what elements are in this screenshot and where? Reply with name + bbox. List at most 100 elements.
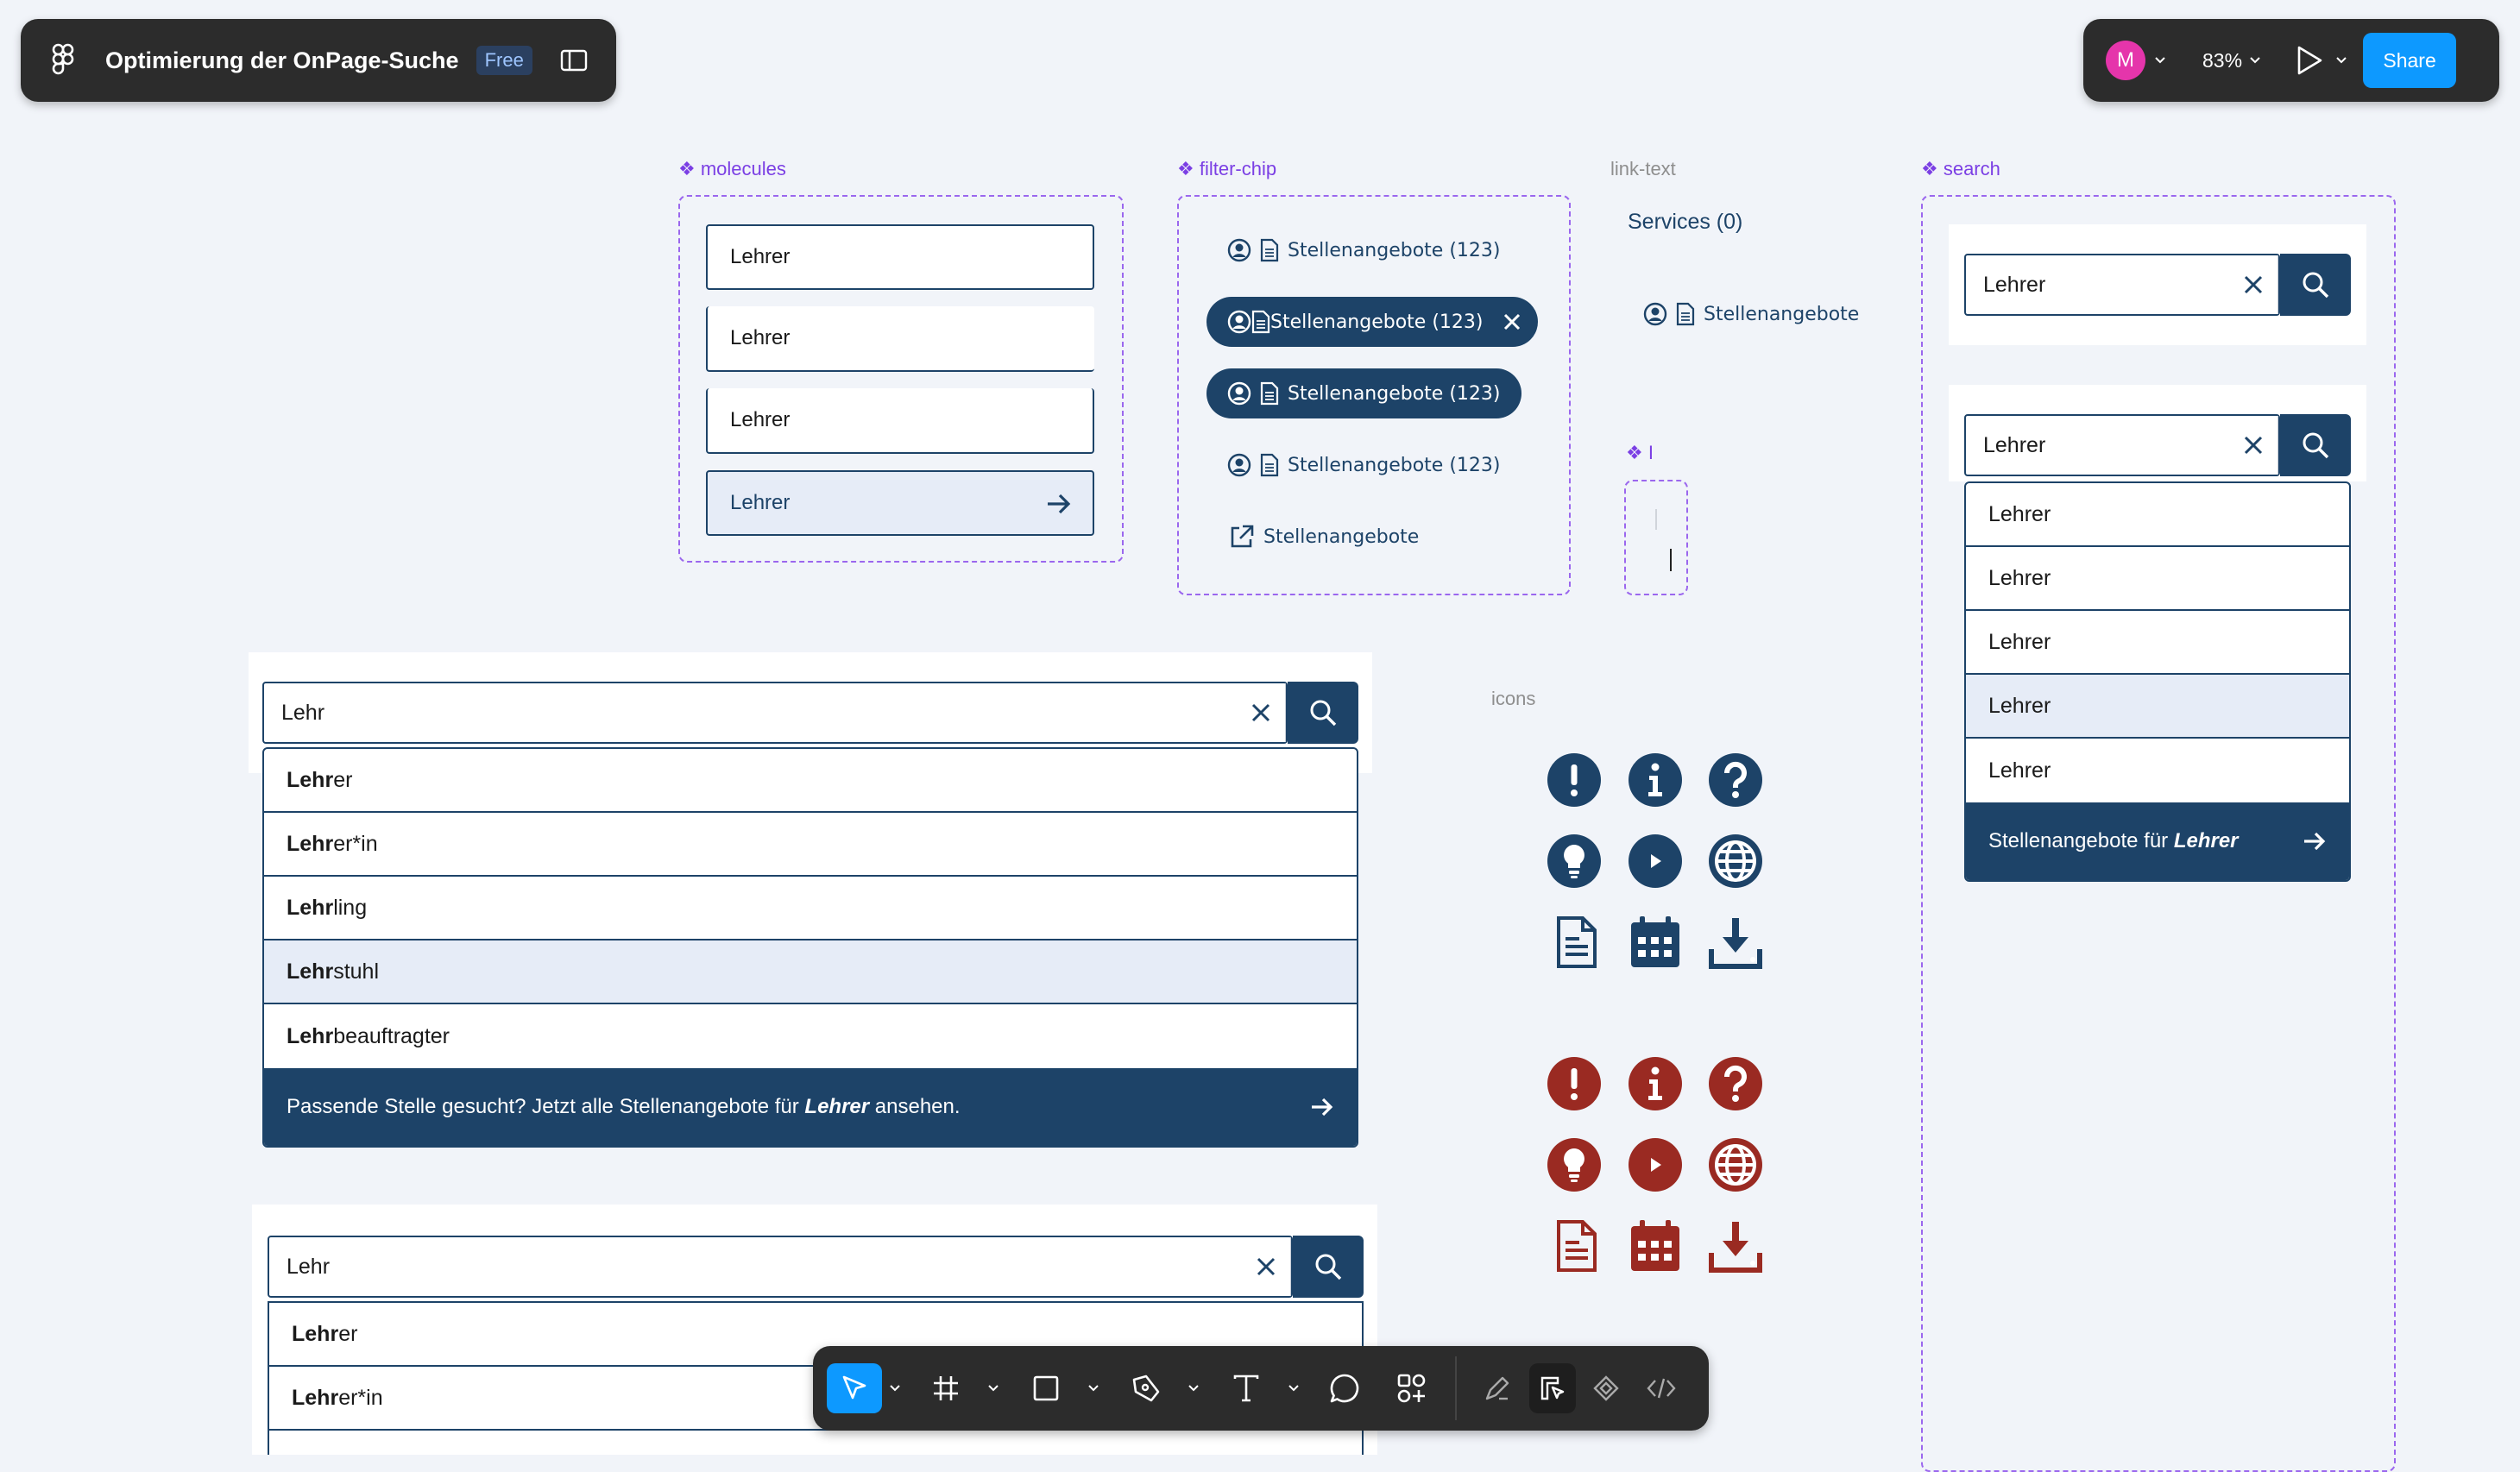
- section-label-search[interactable]: ❖ search: [1921, 158, 2000, 180]
- zoom-level[interactable]: 83%: [2202, 49, 2242, 72]
- list-item[interactable]: Lehrer: [1966, 547, 2349, 611]
- document-icon: [1260, 238, 1279, 262]
- download-icon[interactable]: [1708, 915, 1763, 970]
- move-tool-button[interactable]: [827, 1363, 882, 1413]
- link-text-item[interactable]: Stellenangebote: [1643, 302, 1859, 326]
- suggestion-item[interactable]: Lehr er*in: [264, 813, 1357, 877]
- search-all-jobs-link[interactable]: Stellenangebote für Lehrer: [1966, 802, 2349, 880]
- document-text-red-icon[interactable]: [1548, 1218, 1603, 1274]
- suggestion-item[interactable]: Lehr beauftragter: [264, 1004, 1357, 1068]
- calendar-red-icon[interactable]: [1628, 1218, 1683, 1274]
- info-circle-red-icon[interactable]: [1628, 1056, 1683, 1111]
- filter-chip-active-removable[interactable]: Stellenangebote (123): [1206, 297, 1538, 347]
- filter-chip-active[interactable]: Stellenangebote (123): [1206, 368, 1521, 418]
- filter-chip-external-link[interactable]: Stellenangebote: [1212, 512, 1440, 562]
- section-label-cursor[interactable]: ❖ I: [1626, 442, 1654, 464]
- actions-grid-icon: [1396, 1373, 1427, 1404]
- services-link[interactable]: Services (0): [1628, 210, 1742, 235]
- clear-icon[interactable]: [2229, 416, 2278, 475]
- search-input-right-1[interactable]: Lehrer: [1964, 254, 2280, 316]
- search-input-bottom[interactable]: Lehr: [268, 1236, 1293, 1298]
- comment-tool-button[interactable]: [1322, 1363, 1367, 1413]
- calendar-icon[interactable]: [1628, 915, 1683, 970]
- plan-badge: Free: [476, 46, 532, 75]
- figma-logo-icon[interactable]: [52, 43, 76, 78]
- design-mode-button[interactable]: [1529, 1363, 1576, 1413]
- clear-icon[interactable]: [1237, 683, 1286, 742]
- search-icon: [2301, 431, 2330, 460]
- filter-chip-plain[interactable]: Stellenangebote (123): [1206, 440, 1521, 490]
- shape-tool-button[interactable]: [1024, 1363, 1068, 1413]
- frame-tool-button[interactable]: [923, 1363, 968, 1413]
- suggestion-item[interactable]: Lehr ling: [264, 877, 1357, 940]
- list-item[interactable]: Lehrer: [1966, 739, 2349, 802]
- molecule-hover[interactable]: Lehrer: [706, 470, 1094, 536]
- help-circle-icon[interactable]: [1708, 752, 1763, 808]
- search-input-right-2[interactable]: Lehrer: [1964, 414, 2280, 476]
- search-button-right-2[interactable]: [2280, 414, 2351, 476]
- prototype-mode-button[interactable]: [1583, 1363, 1629, 1413]
- section-label-link-text[interactable]: link-text: [1610, 158, 1676, 180]
- pen-tool-menu[interactable]: [1184, 1363, 1203, 1413]
- list-item[interactable]: Lehrer: [1966, 611, 2349, 675]
- lightbulb-icon[interactable]: [1547, 834, 1602, 889]
- user-avatar[interactable]: M: [2106, 41, 2145, 80]
- search-button-bottom[interactable]: [1293, 1236, 1364, 1298]
- toolbar-divider: [1455, 1356, 1457, 1420]
- suggestion-item[interactable]: Lehr er: [264, 749, 1357, 813]
- shape-tool-menu[interactable]: [1084, 1363, 1103, 1413]
- chevron-down-icon[interactable]: [2154, 56, 2166, 65]
- filter-chip-default[interactable]: Stellenangebote (123): [1206, 225, 1521, 275]
- search-icon: [1308, 698, 1338, 727]
- search-input-big[interactable]: Lehr: [262, 682, 1288, 744]
- document-text-icon[interactable]: [1548, 915, 1603, 970]
- share-button[interactable]: Share: [2363, 33, 2457, 88]
- play-circle-red-icon[interactable]: [1628, 1137, 1683, 1192]
- chevron-down-icon: [1088, 1385, 1099, 1392]
- text-tool-menu[interactable]: [1284, 1363, 1303, 1413]
- cursor-frame[interactable]: [1624, 480, 1688, 595]
- present-play-icon[interactable]: [2296, 45, 2323, 76]
- suggestion-item-highlighted[interactable]: Lehr stuhl: [264, 940, 1357, 1004]
- alert-circle-red-icon[interactable]: [1547, 1056, 1602, 1111]
- clear-icon[interactable]: [2229, 255, 2278, 314]
- dev-mode-button[interactable]: [1638, 1363, 1685, 1413]
- search-button-big[interactable]: [1288, 682, 1358, 744]
- lightbulb-red-icon[interactable]: [1547, 1137, 1602, 1192]
- play-circle-icon[interactable]: [1628, 834, 1683, 889]
- section-label-filter-chip[interactable]: ❖ filter-chip: [1177, 158, 1276, 180]
- info-circle-icon[interactable]: [1628, 752, 1683, 808]
- chevron-down-icon[interactable]: [2335, 56, 2347, 65]
- search-button-right-1[interactable]: [2280, 254, 2351, 316]
- move-tool-menu[interactable]: [885, 1363, 904, 1413]
- text-tool-button[interactable]: [1224, 1363, 1269, 1413]
- globe-icon[interactable]: [1708, 834, 1763, 889]
- molecule-bordered[interactable]: Lehrer: [706, 306, 1094, 372]
- text-t-icon: [1232, 1374, 1260, 1403]
- globe-red-icon[interactable]: [1708, 1137, 1763, 1192]
- list-item[interactable]: Lehrer: [1966, 483, 2349, 547]
- frame-tool-menu[interactable]: [984, 1363, 1003, 1413]
- alert-circle-icon[interactable]: [1547, 752, 1602, 808]
- design-toolbar: [813, 1346, 1709, 1431]
- list-item-highlighted[interactable]: Lehrer: [1966, 675, 2349, 739]
- molecule-default[interactable]: Lehrer: [706, 224, 1094, 290]
- close-icon[interactable]: [1503, 312, 1521, 331]
- document-title[interactable]: Optimierung der OnPage-Suche: [105, 47, 459, 74]
- help-circle-red-icon[interactable]: [1708, 1056, 1763, 1111]
- clear-icon[interactable]: [1242, 1237, 1291, 1296]
- section-label-icons[interactable]: icons: [1491, 688, 1535, 710]
- arrow-right-icon: [2303, 831, 2327, 852]
- molecule-bottom[interactable]: Lehrer: [706, 388, 1094, 454]
- sidebar-toggle-icon[interactable]: [560, 49, 588, 72]
- section-label-molecules[interactable]: ❖ molecules: [678, 158, 786, 180]
- download-red-icon[interactable]: [1708, 1218, 1763, 1274]
- arrow-right-icon: [1046, 493, 1072, 515]
- actions-tool-button[interactable]: [1389, 1363, 1434, 1413]
- text-cursor: [1670, 549, 1672, 571]
- chevron-down-icon[interactable]: [2249, 56, 2261, 65]
- draw-mode-button[interactable]: [1474, 1363, 1521, 1413]
- pen-tool-button[interactable]: [1124, 1363, 1169, 1413]
- design-mode-icon: [1539, 1374, 1566, 1402]
- search-all-jobs-link-big[interactable]: Passende Stelle gesucht? Jetzt alle Stel…: [264, 1068, 1357, 1146]
